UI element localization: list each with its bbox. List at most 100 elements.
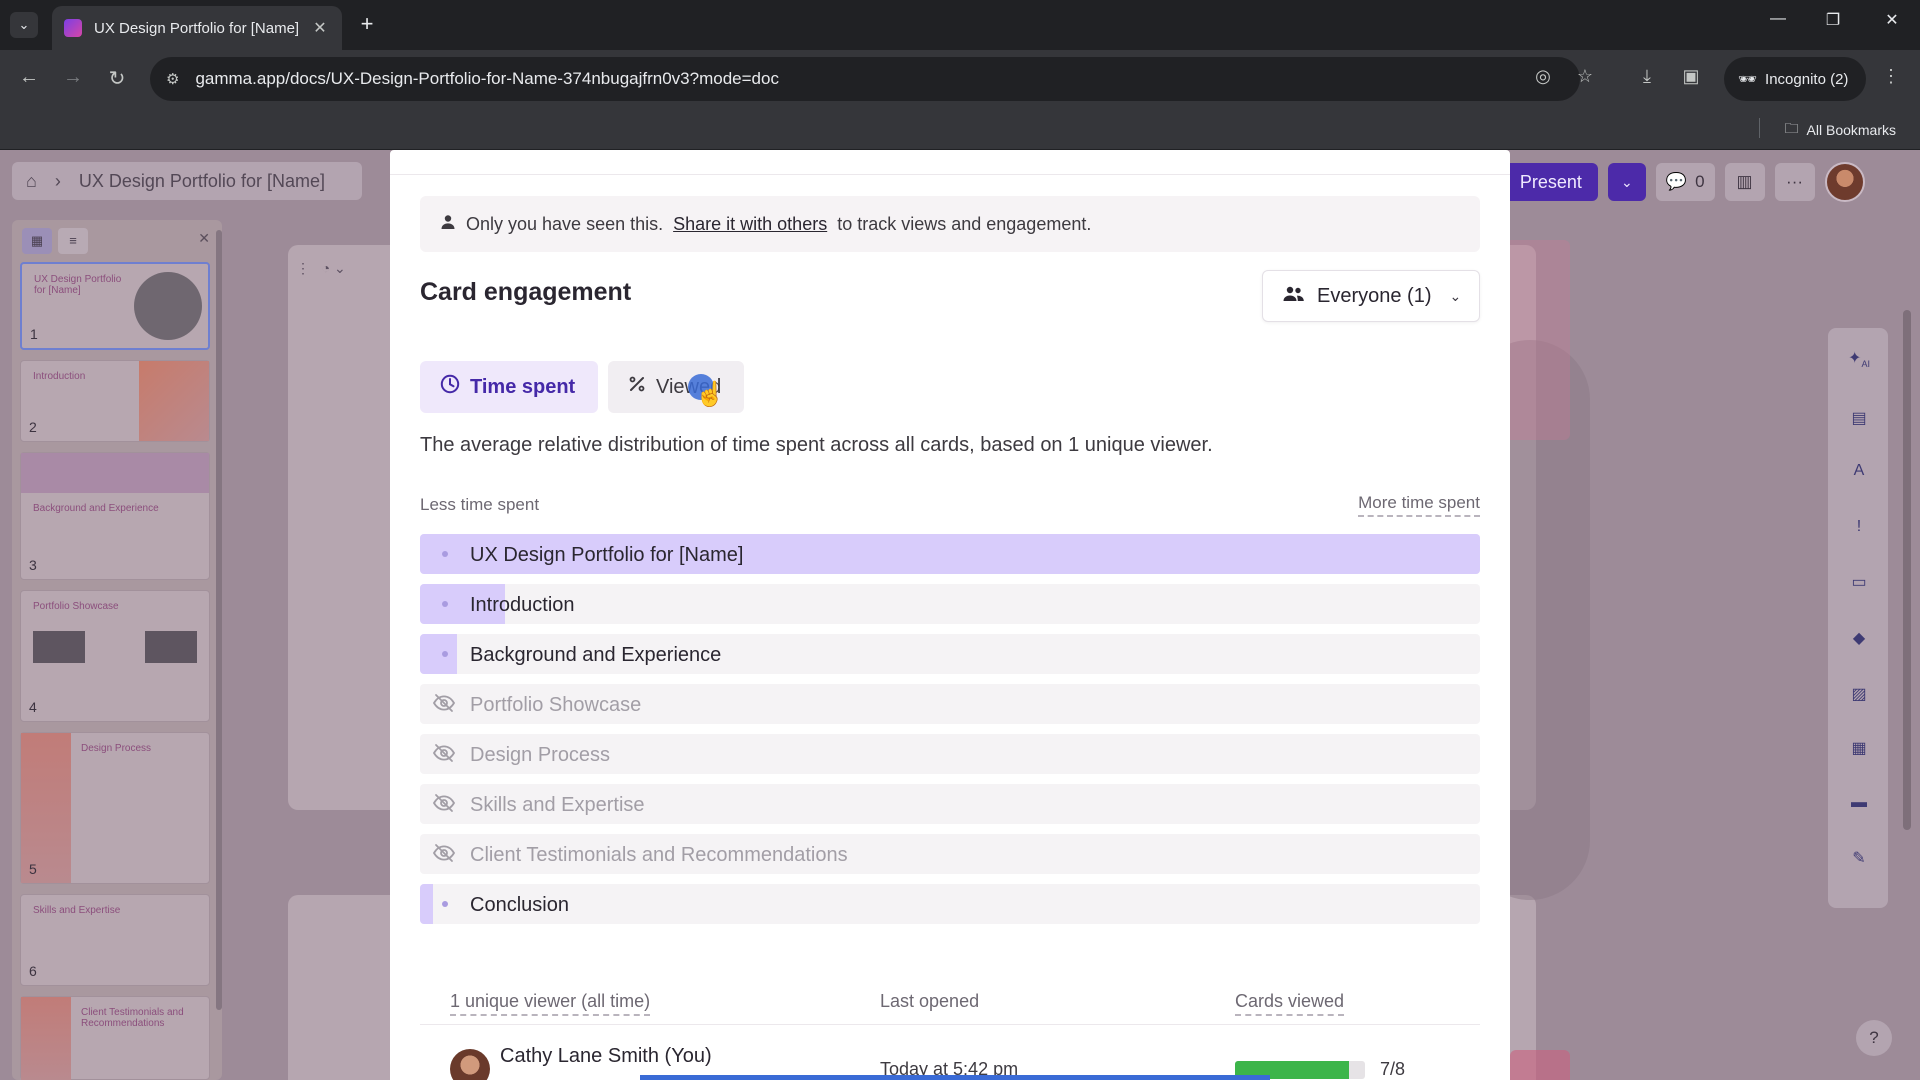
background-shape [1510, 240, 1570, 440]
thumbnail-card-6[interactable]: Skills and Expertise 6 [20, 894, 210, 986]
ai-badge: AI [1861, 359, 1870, 370]
bullet-dot-icon [442, 551, 448, 557]
thumbnail-number: 3 [29, 557, 37, 573]
browser-tab-active[interactable]: UX Design Portfolio for [Name] ✕ [52, 6, 342, 50]
thumbnail-number: 2 [29, 419, 37, 435]
last-opened-header: Last opened [880, 991, 980, 1011]
thumbnail-number: 5 [29, 861, 37, 877]
comments-count: 0 [1695, 172, 1705, 191]
close-window-icon[interactable]: ✕ [1872, 10, 1912, 30]
unique-viewers-header[interactable]: 1 unique viewer (all time) [450, 991, 651, 1016]
image-icon[interactable]: ▨ [1848, 684, 1870, 703]
all-bookmarks-button[interactable]: 🗀 All Bookmarks [1785, 118, 1896, 142]
thumbnail-card-3[interactable]: Background and Experience 3 [20, 452, 210, 580]
back-icon[interactable]: ← [14, 66, 44, 89]
text-style-icon[interactable]: A [1848, 462, 1870, 480]
card-title: Introduction [470, 594, 575, 616]
video-icon[interactable]: ▦ [1848, 738, 1870, 757]
breadcrumb-chevron-icon: › [54, 170, 61, 191]
form-icon[interactable]: ✎ [1848, 848, 1870, 867]
card-engagement-row[interactable]: UX Design Portfolio for [Name] [420, 534, 1480, 574]
card-tools[interactable]: ⋮ ◔ ⌄ [296, 260, 346, 277]
background-shape [1510, 1050, 1570, 1080]
bar-chart-icon: ▥ [1736, 172, 1753, 191]
percent-icon [628, 375, 646, 399]
card-engagement-row[interactable]: Introduction [420, 584, 1480, 624]
help-button[interactable]: ? [1856, 1020, 1892, 1056]
thumbnail-card-1[interactable]: UX Design Portfolio for [Name] 1 [20, 262, 210, 350]
gamma-favicon-icon [64, 19, 82, 37]
close-tab-icon[interactable]: ✕ [310, 18, 330, 38]
download-icon[interactable]: ⤓ [1632, 66, 1662, 87]
present-options-button[interactable]: ⌄ [1607, 163, 1646, 201]
list-view-icon[interactable]: ≡ [58, 228, 88, 254]
bookmark-star-icon[interactable]: ☆ [1570, 66, 1600, 87]
thumbnail-card-4[interactable]: Portfolio Showcase 4 [20, 590, 210, 722]
browser-menu-icon[interactable]: ⋮ [1882, 66, 1900, 87]
minimize-icon[interactable]: — [1758, 10, 1798, 28]
engagement-description: The average relative distribution of tim… [420, 434, 1213, 456]
notice-suffix: to track views and engagement. [837, 213, 1092, 234]
thumbnail-card-7[interactable]: Client Testimonials and Recommendations [20, 996, 210, 1080]
card-engagement-row[interactable]: Portfolio Showcase [420, 684, 1480, 724]
thumbnail-scrollbar[interactable] [216, 230, 222, 1010]
card-engagement-row[interactable]: Conclusion [420, 884, 1480, 924]
bullet-dot-icon [442, 651, 448, 657]
legend-less-time: Less time spent [420, 495, 540, 514]
viewer-row[interactable]: Cathy Lane Smith (You) Today at 5:42 pm … [420, 1035, 1480, 1080]
close-panel-icon[interactable]: ✕ [198, 230, 210, 247]
thumbnail-card-2[interactable]: Introduction 2 [20, 360, 210, 442]
legend-more-time[interactable]: More time spent [1358, 493, 1480, 517]
layout-icon[interactable]: ▭ [1848, 572, 1870, 591]
tab-time-spent-label: Time spent [470, 375, 576, 398]
side-panel-icon[interactable]: ▣ [1676, 66, 1706, 87]
folder-icon: 🗀 [1784, 120, 1799, 136]
card-engagement-row[interactable]: Skills and Expertise [420, 784, 1480, 824]
address-bar[interactable]: ⚙ gamma.app/docs/UX-Design-Portfolio-for… [150, 57, 1580, 101]
card-engagement-row[interactable]: Client Testimonials and Recommendations [420, 834, 1480, 874]
incognito-indicator[interactable]: 🕶 Incognito (2) [1724, 57, 1866, 101]
card-engagement-row[interactable]: Design Process [420, 734, 1480, 774]
card-engagement-row[interactable]: Background and Experience [420, 634, 1480, 674]
grid-view-icon[interactable]: ▦ [22, 228, 52, 254]
user-avatar[interactable] [1824, 162, 1865, 202]
breadcrumb-doc-title[interactable]: UX Design Portfolio for [Name] [79, 171, 325, 192]
embed-icon[interactable]: ▬ [1848, 794, 1870, 812]
new-tab-button[interactable]: + [354, 12, 380, 38]
reload-icon[interactable]: ↻ [102, 66, 132, 91]
comments-button[interactable]: 💬 0 [1655, 163, 1715, 201]
bullet-dot-icon [442, 601, 448, 607]
card-title: Skills and Expertise [470, 794, 645, 816]
eye-off-icon[interactable]: ◎ [1528, 66, 1558, 87]
card-title: Conclusion [470, 894, 569, 916]
forward-icon[interactable]: → [58, 66, 88, 89]
add-card-icon[interactable]: ▤ [1848, 408, 1870, 427]
group-icon [1283, 285, 1305, 308]
tab-search-button[interactable]: ⌄ [10, 12, 38, 38]
thumbnail-card-5[interactable]: Design Process 5 [20, 732, 210, 884]
card-title: Client Testimonials and Recommendations [470, 844, 848, 866]
cards-viewed-count: 7/8 [1380, 1059, 1406, 1079]
restore-icon[interactable]: ❐ [1813, 10, 1853, 30]
shapes-icon[interactable]: ◆ [1848, 628, 1870, 647]
callout-icon[interactable]: ! [1848, 518, 1870, 536]
scrollbar-thumb[interactable] [1903, 310, 1911, 830]
analytics-button[interactable]: ▥ [1724, 163, 1765, 201]
thumbnail-title: Portfolio Showcase [33, 601, 119, 612]
breadcrumb: ⌂ › UX Design Portfolio for [Name] [12, 162, 362, 200]
site-info-icon[interactable]: ⚙ [166, 70, 179, 88]
tab-time-spent[interactable]: Time spent [420, 361, 598, 413]
share-link[interactable]: Share it with others [673, 214, 827, 235]
app-toolbar-right: ▶ Present ⌄ 💬 0 ▥ ··· [1480, 162, 1865, 202]
ai-sparkle-icon[interactable]: ✦AI [1848, 348, 1870, 370]
cards-viewed-header[interactable]: Cards viewed [1235, 991, 1345, 1016]
incognito-label: Incognito (2) [1765, 70, 1849, 88]
card-title: Design Process [470, 744, 611, 766]
more-options-button[interactable]: ··· [1774, 163, 1815, 201]
all-bookmarks-label: All Bookmarks [1806, 122, 1896, 138]
page-scrollbar[interactable] [1900, 250, 1914, 990]
home-icon[interactable]: ⌂ [26, 171, 37, 192]
audience-dropdown[interactable]: Everyone (1) ⌄ [1262, 270, 1480, 322]
thumbnail-title: Design Process [81, 743, 152, 754]
thumbnail-title: Introduction [33, 371, 86, 382]
